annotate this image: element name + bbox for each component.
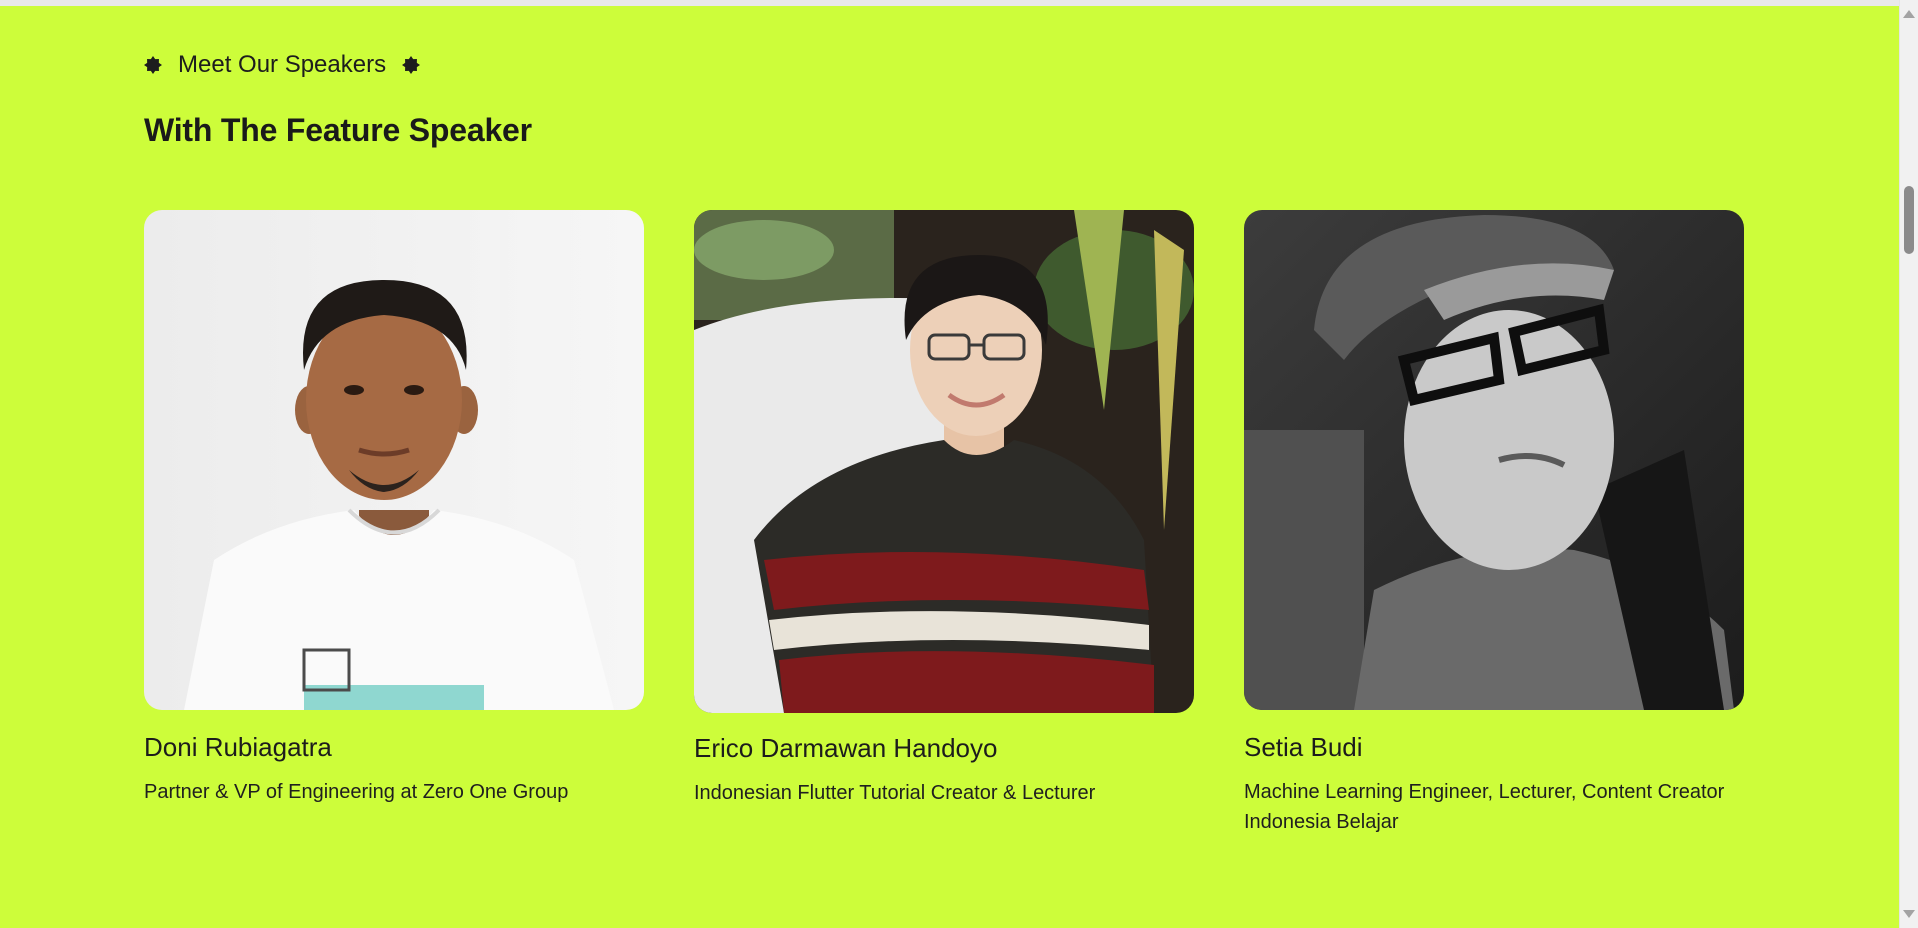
speakers-section: Meet Our Speakers With The Feature Speak… (0, 6, 1900, 928)
speaker-photo (1244, 210, 1744, 710)
vertical-scrollbar[interactable] (1899, 0, 1918, 928)
speaker-name: Doni Rubiagatra (144, 732, 332, 762)
speaker-photo (144, 210, 644, 710)
badge-icon (402, 56, 421, 74)
speaker-card: Setia Budi Machine Learning Engineer, Le… (1244, 210, 1744, 837)
speaker-role: Partner & VP of Engineering at Zero One … (144, 781, 569, 803)
section-heading: With The Feature Speaker (144, 112, 532, 148)
eyebrow-text: Meet Our Speakers (178, 51, 387, 78)
scroll-down-arrow-icon[interactable] (1903, 910, 1915, 918)
speaker-name: Setia Budi (1244, 732, 1363, 762)
speaker-role: Indonesian Flutter Tutorial Creator & Le… (694, 782, 1096, 804)
speaker-name: Erico Darmawan Handoyo (694, 733, 998, 763)
scrollbar-thumb[interactable] (1904, 186, 1914, 254)
speaker-card: Doni Rubiagatra Partner & VP of Engineer… (144, 210, 644, 807)
speaker-photo (694, 210, 1194, 713)
speaker-card: Erico Darmawan Handoyo Indonesian Flutte… (694, 210, 1194, 808)
scroll-up-arrow-icon[interactable] (1903, 10, 1915, 18)
badge-icon (144, 56, 162, 74)
speaker-role: Machine Learning Engineer, Lecturer, Con… (1244, 781, 1725, 833)
section-eyebrow: Meet Our Speakers (144, 50, 421, 80)
